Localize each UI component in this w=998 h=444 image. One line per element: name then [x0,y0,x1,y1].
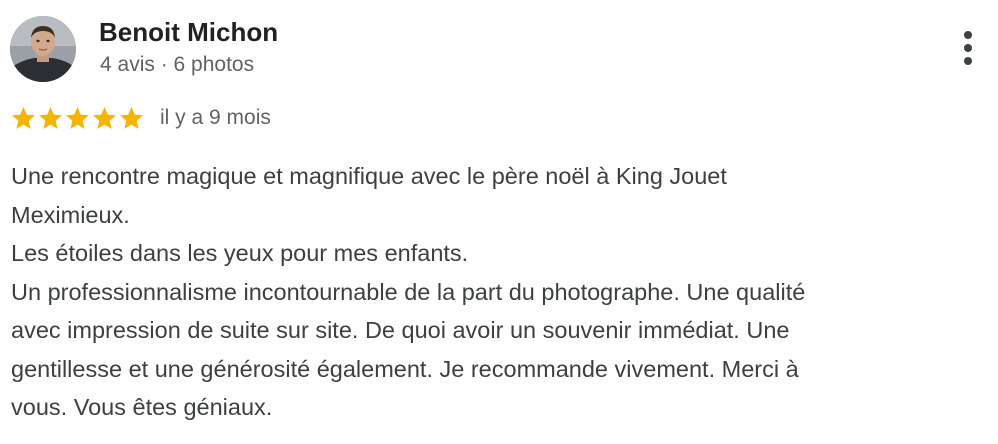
star-icon [66,106,89,129]
review-text: Une rencontre magique et magnifique avec… [11,157,971,427]
review-text-line: avec impression de suite sur site. De qu… [11,317,790,343]
star-icon [39,106,62,129]
more-vert-icon-dot [964,57,972,65]
more-vert-icon-dot [964,44,972,52]
star-icon [12,106,35,129]
author-meta: 4 avis · 6 photos [100,53,255,76]
review-text-line: vous. Vous êtes géniaux. [11,394,273,420]
more-options-button[interactable] [950,28,986,68]
more-vert-icon [964,31,972,39]
avatar[interactable] [10,16,76,82]
star-rating [10,105,145,132]
review-text-line: gentillesse et une générosité également.… [11,355,799,382]
review-text-line: Un professionnalisme incontournable de l… [11,278,806,305]
review-text-line: Meximieux. [11,201,130,228]
review-text-line: Les étoiles dans les yeux pour mes enfan… [11,240,469,266]
author-name[interactable]: Benoit Michon [99,17,278,47]
star-icon [93,106,116,129]
review-text-line: Une rencontre magique et magnifique avec… [11,163,727,189]
profile-photo [10,16,76,82]
star-icon [120,106,143,129]
rating-row: il y a 9 mois [10,104,271,132]
review-date: il y a 9 mois [160,106,271,129]
